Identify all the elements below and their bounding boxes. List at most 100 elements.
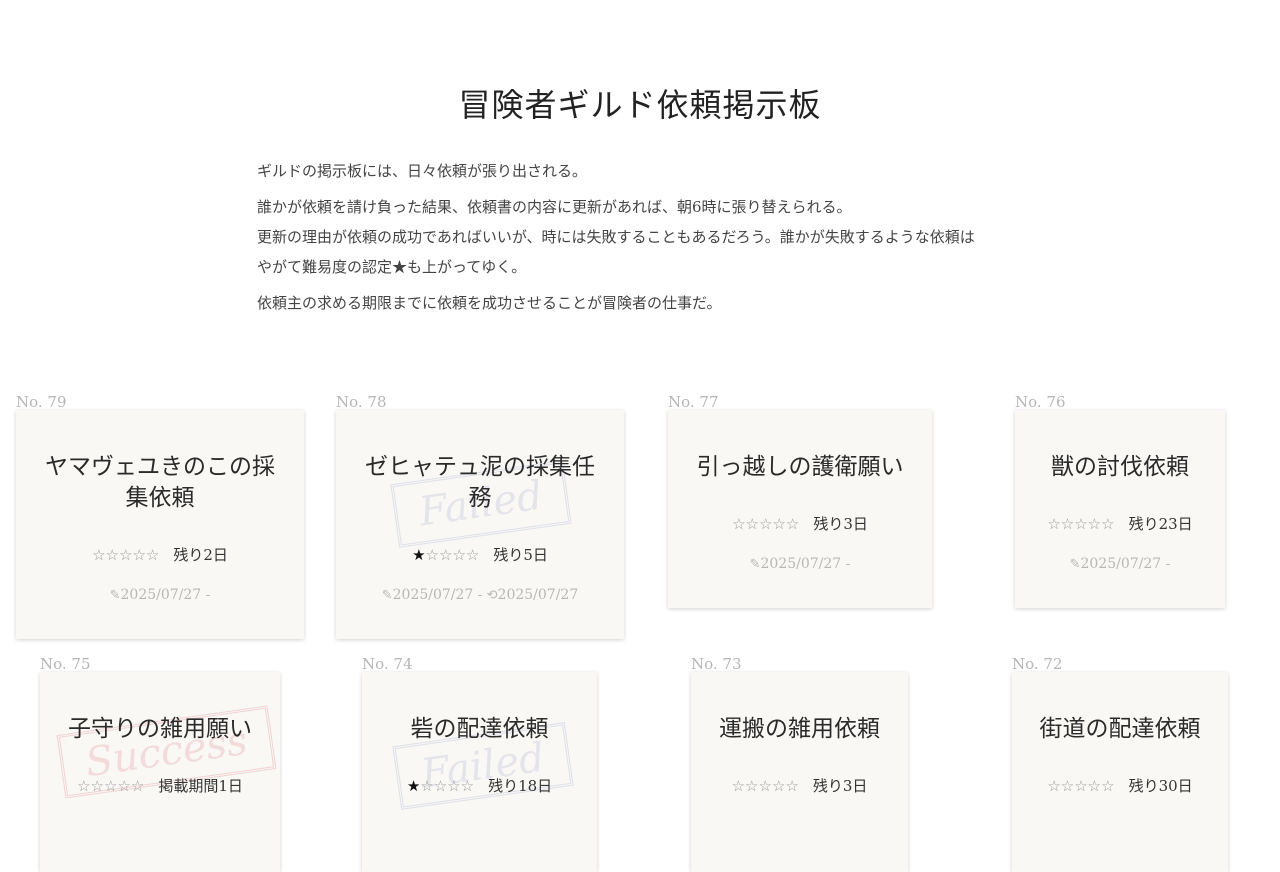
intro-paragraph: 依頼主の求める期限までに依頼を成功させることが冒険者の仕事だ。 bbox=[257, 294, 722, 312]
star-empty-icon: ☆ bbox=[1060, 777, 1075, 795]
star-empty-icon: ☆ bbox=[1074, 515, 1088, 533]
star-empty-icon: ☆ bbox=[465, 546, 480, 564]
quest-card[interactable]: No. 72 街道の配達依頼 ☆☆☆☆☆ 残り30日 bbox=[1012, 655, 1228, 872]
difficulty-stars: ☆☆☆☆☆ bbox=[732, 515, 799, 533]
star-empty-icon: ☆ bbox=[745, 515, 759, 533]
star-empty-icon: ☆ bbox=[132, 546, 146, 564]
star-empty-icon: ☆ bbox=[1087, 777, 1102, 795]
star-empty-icon: ☆ bbox=[425, 546, 439, 564]
quest-dates: ✎2025/07/27 - bbox=[668, 556, 932, 572]
quest-title[interactable]: 引っ越しの護衛願い bbox=[668, 452, 932, 483]
page-title: 冒険者ギルド依頼掲示板 bbox=[458, 86, 822, 124]
quest-title[interactable]: 街道の配達依頼 bbox=[1012, 714, 1228, 745]
history-icon: ⟲ bbox=[482, 588, 498, 603]
intro-line: やがて難易度の認定★も上がってゆく。 bbox=[257, 258, 527, 276]
updated-date: 2025/07/27 bbox=[497, 587, 579, 603]
quest-number: No. 73 bbox=[691, 655, 742, 673]
remaining-days: 残り23日 bbox=[1128, 515, 1193, 533]
quest-number: No. 79 bbox=[16, 393, 67, 411]
star-empty-icon: ☆ bbox=[447, 777, 461, 795]
star-empty-icon: ☆ bbox=[90, 777, 104, 795]
quest-meta: ☆☆☆☆☆ 残り30日 bbox=[1012, 775, 1228, 796]
quest-card-body: 獣の討伐依頼 ☆☆☆☆☆ 残り23日 ✎2025/07/27 - bbox=[1015, 410, 1225, 608]
star-empty-icon: ☆ bbox=[1101, 515, 1115, 533]
quest-title[interactable]: ゼヒャテュ泥の採集任務 bbox=[336, 452, 624, 514]
quest-meta: ☆☆☆☆☆ 残り3日 bbox=[668, 513, 932, 534]
posted-date: 2025/07/27 - bbox=[760, 556, 851, 572]
difficulty-stars: ☆☆☆☆☆ bbox=[732, 777, 799, 795]
remaining-days: 残り2日 bbox=[173, 546, 228, 564]
difficulty-stars: ☆☆☆☆☆ bbox=[92, 546, 159, 564]
quest-card[interactable]: No. 78 Failed ゼヒャテュ泥の採集任務 ★☆☆☆☆ 残り5日 ✎2025/07… bbox=[336, 393, 624, 639]
pencil-icon: ✎ bbox=[381, 588, 393, 603]
quest-card-body: 引っ越しの護衛願い ☆☆☆☆☆ 残り3日 ✎2025/07/27 - bbox=[668, 410, 932, 608]
remaining-days: 残り18日 bbox=[488, 777, 553, 795]
star-empty-icon: ☆ bbox=[1087, 515, 1102, 533]
quest-meta: ☆☆☆☆☆ 残り3日 bbox=[691, 775, 908, 796]
quest-card-body: Failed 砦の配達依頼 ★☆☆☆☆ 残り18日 bbox=[362, 672, 597, 872]
star-empty-icon: ☆ bbox=[420, 777, 434, 795]
star-empty-icon: ☆ bbox=[772, 515, 786, 533]
intro-paragraph: 誰かが依頼を請け負った結果、依頼書の内容に更新があれば、朝6時に張り替えられる。… bbox=[257, 192, 1047, 282]
quest-meta: ☆☆☆☆☆ 残り23日 bbox=[1015, 513, 1225, 534]
quest-card-body: Success 子守りの雑用願い ☆☆☆☆☆ 掲載期間1日 bbox=[40, 672, 280, 872]
posted-date: 2025/07/27 - bbox=[1080, 556, 1171, 572]
star-empty-icon: ☆ bbox=[1060, 515, 1075, 533]
remaining-days: 残り5日 bbox=[493, 546, 548, 564]
quest-title[interactable]: 運搬の雑用依頼 bbox=[691, 714, 908, 745]
difficulty-stars: ☆☆☆☆☆ bbox=[1047, 777, 1114, 795]
star-empty-icon: ☆ bbox=[731, 777, 746, 795]
difficulty-stars: ★☆☆☆☆ bbox=[407, 777, 474, 795]
star-filled-icon: ★ bbox=[406, 777, 421, 795]
star-empty-icon: ☆ bbox=[130, 777, 145, 795]
quest-meta: ★☆☆☆☆ 残り18日 bbox=[362, 775, 597, 796]
star-empty-icon: ☆ bbox=[433, 777, 448, 795]
quest-card[interactable]: No. 75 Success 子守りの雑用願い ☆☆☆☆☆ 掲載期間1日 bbox=[40, 655, 280, 872]
star-empty-icon: ☆ bbox=[758, 777, 772, 795]
quest-number: No. 77 bbox=[668, 393, 719, 411]
pencil-icon: ✎ bbox=[749, 557, 761, 572]
star-empty-icon: ☆ bbox=[104, 777, 118, 795]
intro-text: ギルドの掲示板には、日々依頼が張り出される。 誰かが依頼を請け負った結果、依頼書… bbox=[257, 156, 1047, 324]
remaining-days: 残り30日 bbox=[1128, 777, 1193, 795]
quest-dates: ✎2025/07/27 - bbox=[1015, 556, 1225, 572]
pencil-icon: ✎ bbox=[1069, 557, 1081, 572]
remaining-days: 残り3日 bbox=[812, 777, 868, 795]
quest-card[interactable]: No. 76 獣の討伐依頼 ☆☆☆☆☆ 残り23日 ✎2025/07/27 - bbox=[1015, 393, 1225, 608]
intro-line: 誰かが依頼を請け負った結果、依頼書の内容に更新があれば、朝6時に張り替えられる。 bbox=[257, 198, 852, 216]
difficulty-stars: ☆☆☆☆☆ bbox=[1047, 515, 1114, 533]
pencil-icon: ✎ bbox=[109, 588, 121, 603]
star-empty-icon: ☆ bbox=[117, 777, 131, 795]
quest-card-body: Failed ゼヒャテュ泥の採集任務 ★☆☆☆☆ 残り5日 ✎2025/07/27 - … bbox=[336, 410, 624, 639]
star-empty-icon: ☆ bbox=[145, 546, 160, 564]
star-empty-icon: ☆ bbox=[745, 777, 759, 795]
quest-card[interactable]: No. 77 引っ越しの護衛願い ☆☆☆☆☆ 残り3日 ✎2025/07/27 - bbox=[668, 393, 932, 608]
quest-dates: ✎2025/07/27 - bbox=[16, 587, 304, 603]
star-empty-icon: ☆ bbox=[785, 777, 799, 795]
quest-card[interactable]: No. 74 Failed 砦の配達依頼 ★☆☆☆☆ 残り18日 bbox=[362, 655, 597, 872]
remaining-days: 残り3日 bbox=[813, 515, 868, 533]
posted-date: 2025/07/27 - bbox=[120, 587, 211, 603]
quest-title[interactable]: ヤマヴェユきのこの採集依頼 bbox=[16, 452, 304, 514]
quest-card-body: 運搬の雑用依頼 ☆☆☆☆☆ 残り3日 bbox=[691, 672, 908, 872]
quest-title[interactable]: 獣の討伐依頼 bbox=[1015, 452, 1225, 483]
star-empty-icon: ☆ bbox=[771, 777, 786, 795]
quest-title[interactable]: 子守りの雑用願い bbox=[40, 714, 280, 745]
star-empty-icon: ☆ bbox=[1074, 777, 1088, 795]
intro-line: 更新の理由が依頼の成功であればいいが、時には失敗することもあるだろう。誰かが失敗… bbox=[257, 228, 975, 246]
star-empty-icon: ☆ bbox=[732, 515, 746, 533]
quest-meta: ☆☆☆☆☆ 残り2日 bbox=[16, 544, 304, 565]
star-empty-icon: ☆ bbox=[105, 546, 119, 564]
quest-card[interactable]: No. 73 運搬の雑用依頼 ☆☆☆☆☆ 残り3日 bbox=[691, 655, 908, 872]
remaining-days: 掲載期間1日 bbox=[158, 777, 243, 795]
quest-card[interactable]: No. 79 ヤマヴェユきのこの採集依頼 ☆☆☆☆☆ 残り2日 ✎2025/07/27 … bbox=[16, 393, 304, 639]
quest-title[interactable]: 砦の配達依頼 bbox=[362, 714, 597, 745]
quest-number: No. 75 bbox=[40, 655, 91, 673]
posted-date: 2025/07/27 - bbox=[392, 587, 483, 603]
star-empty-icon: ☆ bbox=[452, 546, 466, 564]
quest-card-body: ヤマヴェユきのこの採集依頼 ☆☆☆☆☆ 残り2日 ✎2025/07/27 - bbox=[16, 410, 304, 639]
quest-meta: ★☆☆☆☆ 残り5日 bbox=[336, 544, 624, 565]
quest-number: No. 78 bbox=[336, 393, 387, 411]
quest-number: No. 72 bbox=[1012, 655, 1063, 673]
star-empty-icon: ☆ bbox=[439, 546, 453, 564]
